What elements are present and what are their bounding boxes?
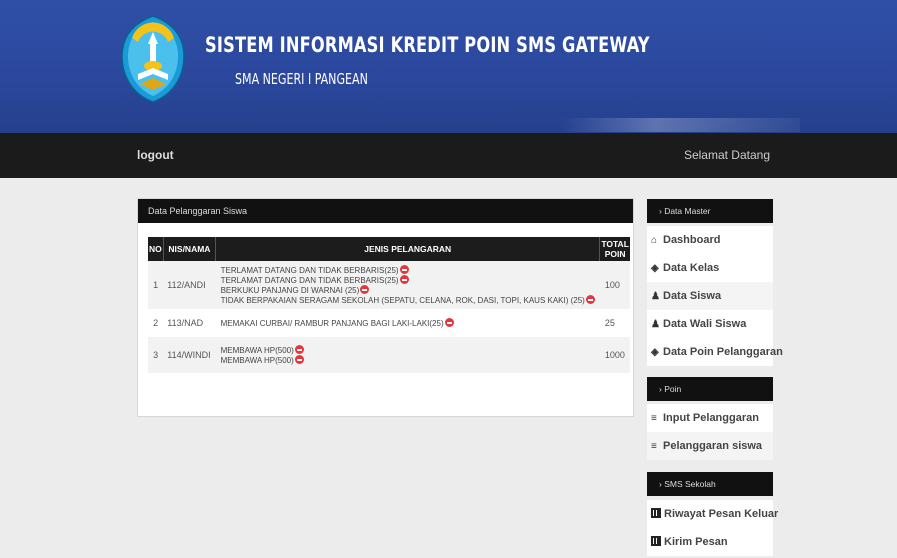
col-no: NO <box>148 237 164 261</box>
delete-icon[interactable] <box>399 275 409 284</box>
sidebar-item-pelanggaran-siswa[interactable]: ≡ Pelanggaran siswa <box>647 432 773 460</box>
violation-item: MEMBAWA HP(500) <box>221 345 595 355</box>
row-no: 3 <box>148 337 164 373</box>
violation-item: MEMAKAI CURBAI/ RAMBUR PANJANG BAGI LAKI… <box>221 318 595 328</box>
row-violations: MEMAKAI CURBAI/ RAMBUR PANJANG BAGI LAKI… <box>215 309 600 337</box>
violation-item: MEMBAWA HP(500) <box>221 355 595 365</box>
tag-icon: ◈ <box>651 347 659 358</box>
home-icon: ⌂ <box>651 235 658 246</box>
sidebar-item-label: Dashboard <box>663 234 721 246</box>
delete-icon[interactable] <box>294 355 304 364</box>
sidebar-item-label: Data Kelas <box>663 262 720 274</box>
school-name: SMA NEGERI I PANGEAN <box>235 70 368 88</box>
col-jenis: JENIS PELANGARAN <box>215 237 600 261</box>
sidebar-item-label: Data Wali Siswa <box>663 318 747 330</box>
violation-item: TERLAMAT DATANG DAN TIDAK BERBARIS(25) <box>221 265 595 275</box>
row-no: 2 <box>148 309 164 337</box>
col-nis: NIS/NAMA <box>162 237 216 261</box>
row-nis: 112/ANDI <box>163 261 216 309</box>
panel-title: Data Pelanggaran Siswa <box>138 199 633 223</box>
violation-item: BERKUKU PANJANG DI WARNAI (25) <box>221 285 595 295</box>
calculator-icon <box>651 508 661 518</box>
tag-icon: ◈ <box>651 263 659 274</box>
school-logo-icon <box>121 15 185 103</box>
user-icon: ♟ <box>651 291 660 302</box>
sidebar-item-label: Kirim Pesan <box>664 536 728 548</box>
sidebar-section-poin-title: › Poin <box>647 377 773 401</box>
row-violations: MEMBAWA HP(500) MEMBAWA HP(500) <box>215 337 600 373</box>
violations-table: NO NIS/NAMA JENIS PELANGARAN TOTAL POIN … <box>148 237 630 373</box>
sidebar-item-data-poin-pelanggaran[interactable]: ◈ Data Poin Pelanggaran <box>647 338 783 366</box>
sidebar-item-label: Riwayat Pesan Keluar <box>664 508 779 520</box>
delete-icon[interactable] <box>444 318 454 327</box>
violation-text: TERLAMAT DATANG DAN TIDAK BERBARIS(25) <box>220 276 399 285</box>
col-total: TOTAL POIN <box>599 237 630 261</box>
table-row: 3 114/WINDI MEMBAWA HP(500) MEMBAWA HP(5… <box>148 337 630 373</box>
calculator-icon <box>651 536 661 546</box>
delete-icon[interactable] <box>585 295 595 304</box>
violation-text: TERLAMAT DATANG DAN TIDAK BERBARIS(25) <box>220 266 399 275</box>
sidebar-item-data-kelas[interactable]: ◈ Data Kelas <box>647 254 773 282</box>
delete-icon[interactable] <box>360 285 370 294</box>
row-no: 1 <box>148 261 164 309</box>
welcome-text: Selamat Datang <box>683 148 770 162</box>
table-row: 2 113/NAD MEMAKAI CURBAI/ RAMBUR PANJANG… <box>148 309 630 337</box>
row-total: 25 <box>599 309 630 337</box>
violation-text: BERKUKU PANJANG DI WARNAI (25) <box>220 286 360 295</box>
list-icon: ≡ <box>651 441 657 452</box>
row-nis: 113/NAD <box>163 309 216 337</box>
sidebar-item-kirim-pesan[interactable]: Kirim Pesan <box>647 528 773 556</box>
site-header: SISTEM INFORMASI KREDIT POIN SMS GATEWAY… <box>0 0 897 133</box>
table-row: 1 112/ANDI TERLAMAT DATANG DAN TIDAK BER… <box>148 261 630 309</box>
sidebar-item-label: Data Poin Pelanggaran <box>663 346 783 358</box>
sidebar-item-label: Pelanggaran siswa <box>663 440 763 452</box>
row-total: 100 <box>599 261 630 309</box>
violation-text: MEMBAWA HP(500) <box>220 346 294 355</box>
violation-text: MEMAKAI CURBAI/ RAMBUR PANJANG BAGI LAKI… <box>220 319 444 328</box>
violations-panel: Data Pelanggaran Siswa NO NIS/NAMA JENIS… <box>137 198 634 417</box>
sidebar-item-data-wali-siswa[interactable]: ♟ Data Wali Siswa <box>647 310 773 338</box>
logout-link[interactable]: logout <box>137 148 174 162</box>
row-total: 1000 <box>599 337 630 373</box>
app-title: SISTEM INFORMASI KREDIT POIN SMS GATEWAY <box>205 33 650 57</box>
table-header-row: NO NIS/NAMA JENIS PELANGARAN TOTAL POIN <box>148 237 630 261</box>
delete-icon[interactable] <box>294 345 304 354</box>
sidebar-item-riwayat-pesan-keluar[interactable]: Riwayat Pesan Keluar <box>647 500 778 528</box>
row-violations: TERLAMAT DATANG DAN TIDAK BERBARIS(25) T… <box>215 261 600 309</box>
sidebar-section-sms-title: › SMS Sekolah <box>647 472 773 496</box>
delete-icon[interactable] <box>399 265 409 274</box>
header-decoration <box>560 118 800 132</box>
sidebar-item-data-siswa[interactable]: ♟ Data Siswa <box>647 282 773 310</box>
sidebar-section-master-title: › Data Master <box>647 199 773 223</box>
sidebar-item-label: Data Siswa <box>663 290 722 302</box>
violation-text: MEMBAWA HP(500) <box>220 356 294 365</box>
violation-item: TERLAMAT DATANG DAN TIDAK BERBARIS(25) <box>221 275 595 285</box>
top-bar: logout Selamat Datang <box>0 133 897 178</box>
row-nis: 114/WINDI <box>163 337 216 373</box>
list-icon: ≡ <box>651 413 657 424</box>
sidebar-item-input-pelanggaran[interactable]: ≡ Input Pelanggaran <box>647 404 773 432</box>
user-icon: ♟ <box>651 319 660 330</box>
violation-text: TIDAK BERPAKAIAN SERAGAM SEKOLAH (SEPATU… <box>220 296 585 305</box>
sidebar-item-label: Input Pelanggaran <box>663 412 759 424</box>
sidebar-item-dashboard[interactable]: ⌂ Dashboard <box>647 226 773 254</box>
violation-item: TIDAK BERPAKAIAN SERAGAM SEKOLAH (SEPATU… <box>221 295 595 305</box>
